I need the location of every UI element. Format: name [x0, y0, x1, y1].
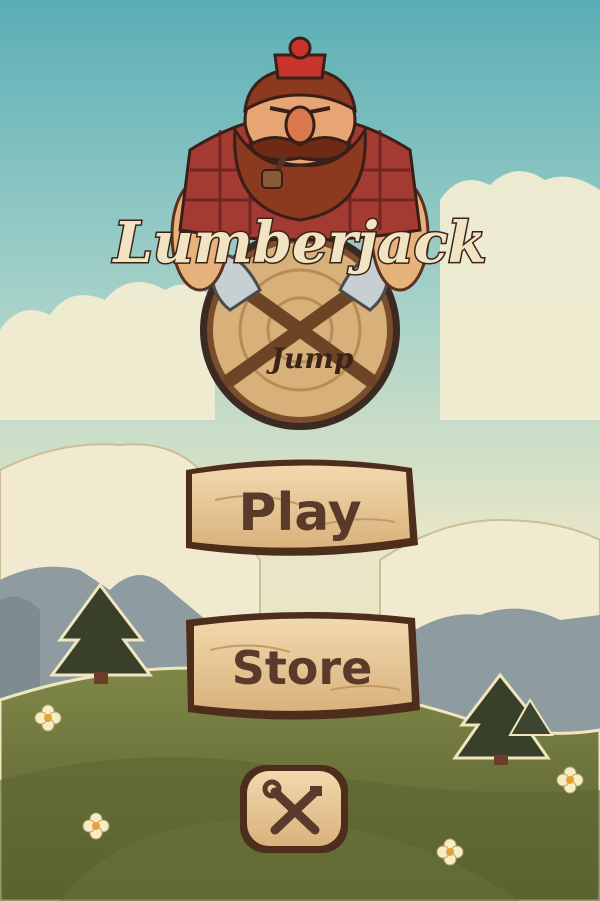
logo-subtitle: Jump: [266, 342, 354, 375]
play-button[interactable]: Play: [186, 459, 418, 556]
logo-title: Lumberjack: [111, 210, 486, 276]
store-button[interactable]: Store: [186, 611, 420, 720]
nose: [284, 105, 316, 145]
game-scene: Lumberjack Jump Play Store: [0, 0, 600, 901]
store-button-label: Store: [232, 641, 373, 695]
play-button-label: Play: [238, 483, 361, 543]
settings-button[interactable]: [240, 765, 348, 853]
